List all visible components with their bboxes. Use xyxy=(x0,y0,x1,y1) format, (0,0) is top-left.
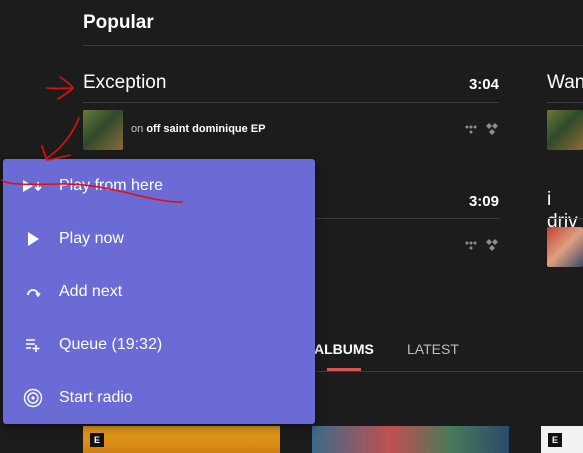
explicit-badge: E xyxy=(548,433,562,447)
menu-item-label: Start radio xyxy=(59,388,133,406)
track-duration: 3:09 xyxy=(468,193,499,210)
context-menu: Play from here Play now Add next Queue (… xyxy=(3,159,315,424)
track-album-line: on off saint dominique EP xyxy=(131,123,265,135)
album-art-thumbnail[interactable] xyxy=(83,110,123,150)
play-icon xyxy=(21,227,45,251)
album-card[interactable]: E xyxy=(83,426,280,453)
menu-item-label: Play from here xyxy=(59,176,164,194)
menu-item-add-next[interactable]: Add next xyxy=(3,265,315,318)
more-options-icon[interactable] xyxy=(465,240,481,254)
menu-item-play-now[interactable]: Play now xyxy=(3,212,315,265)
menu-item-start-radio[interactable]: Start radio xyxy=(3,371,315,424)
menu-item-queue[interactable]: Queue (19:32) xyxy=(3,318,315,371)
tidal-icon[interactable] xyxy=(486,239,498,254)
album-link[interactable]: off saint dominique EP xyxy=(146,123,265,135)
annotation-arrow-down xyxy=(41,117,80,161)
section-divider xyxy=(83,45,583,46)
menu-item-play-from-here[interactable]: Play from here xyxy=(3,159,315,212)
explicit-badge: E xyxy=(90,433,104,447)
menu-item-label: Play now xyxy=(59,229,124,247)
tab-albums[interactable]: ALBUMS xyxy=(314,341,374,357)
annotation-arrow-right xyxy=(46,76,75,100)
side-track-title[interactable]: Wan xyxy=(547,72,583,94)
track-duration: 3:04 xyxy=(468,76,499,93)
menu-item-label: Add next xyxy=(59,282,123,300)
more-options-icon[interactable] xyxy=(465,124,481,138)
section-title-popular: Popular xyxy=(83,12,154,33)
radio-icon xyxy=(21,386,45,410)
track-divider xyxy=(547,218,583,219)
track-row-1[interactable]: Exception 3:04 xyxy=(83,72,499,102)
menu-item-label: Queue (19:32) xyxy=(59,335,163,353)
tab-latest[interactable]: LATEST xyxy=(407,341,459,357)
play-from-here-icon xyxy=(21,174,45,198)
album-art-thumbnail[interactable] xyxy=(547,110,583,150)
album-card[interactable]: E xyxy=(541,426,583,453)
track-title[interactable]: Exception xyxy=(83,72,166,94)
queue-add-icon xyxy=(21,333,45,357)
track-divider xyxy=(547,102,583,103)
album-card[interactable] xyxy=(312,426,509,453)
add-next-icon xyxy=(21,280,45,304)
track-divider xyxy=(83,102,499,103)
tidal-icon[interactable] xyxy=(486,123,498,138)
on-prefix: on xyxy=(131,123,144,135)
album-art-thumbnail[interactable] xyxy=(547,227,583,267)
